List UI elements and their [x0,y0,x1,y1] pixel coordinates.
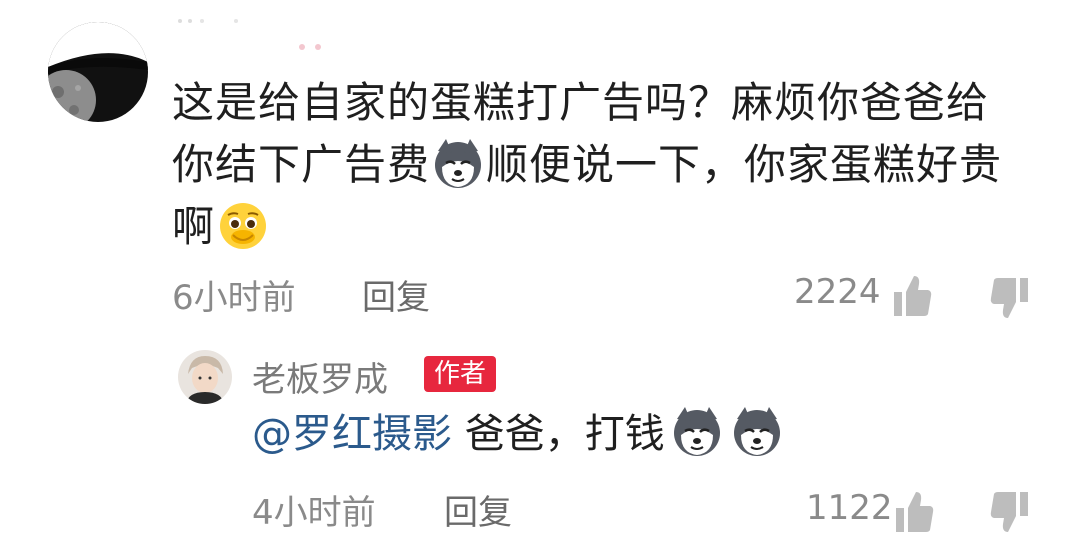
doge-emoji-icon [432,137,484,189]
reply-like-count: 1122 [806,488,893,528]
doge-emoji-icon [731,405,783,457]
comment-line-2b: 顺便说一下，你家蛋糕好贵 [486,140,1003,189]
author-badge: 作者 [424,356,497,392]
comment-reply-button[interactable]: 回复 [362,270,430,319]
reply-timestamp: 4小时前 [252,493,376,533]
reply-text: 爸爸，打钱 [452,411,665,457]
thumbs-down-icon[interactable] [990,490,1030,534]
comment-like-count: 2224 [794,272,881,312]
doge-emoji-icon [671,405,723,457]
comment-timestamp: 6小时前 [172,278,296,318]
comment-line-3: 啊 [172,202,216,251]
decorative-dots [178,19,238,23]
thumbs-up-icon[interactable] [894,490,934,534]
mention-link[interactable]: @罗红摄影 [252,411,452,457]
comment-line-2a: 你结下广告费 [172,140,431,189]
thumbs-up-icon[interactable] [892,274,932,318]
comment-body: 这是给自家的蛋糕打广告吗？麻烦你爸爸给 你结下广告费 顺便说一下，你家蛋糕好贵 … [172,72,1032,258]
pleading-face-emoji-icon [217,199,269,251]
decorative-pink-dots [299,44,321,50]
reply-author-avatar[interactable] [178,350,232,404]
comment-line-1: 这是给自家的蛋糕打广告吗？麻烦你爸爸给 [172,78,990,127]
commenter-avatar[interactable] [48,22,148,122]
reply-author-name[interactable]: 老板罗成 [252,352,388,401]
reply-reply-button[interactable]: 回复 [444,485,512,534]
reply-body: @罗红摄影 爸爸，打钱 [252,404,785,464]
thumbs-down-icon[interactable] [990,276,1030,320]
